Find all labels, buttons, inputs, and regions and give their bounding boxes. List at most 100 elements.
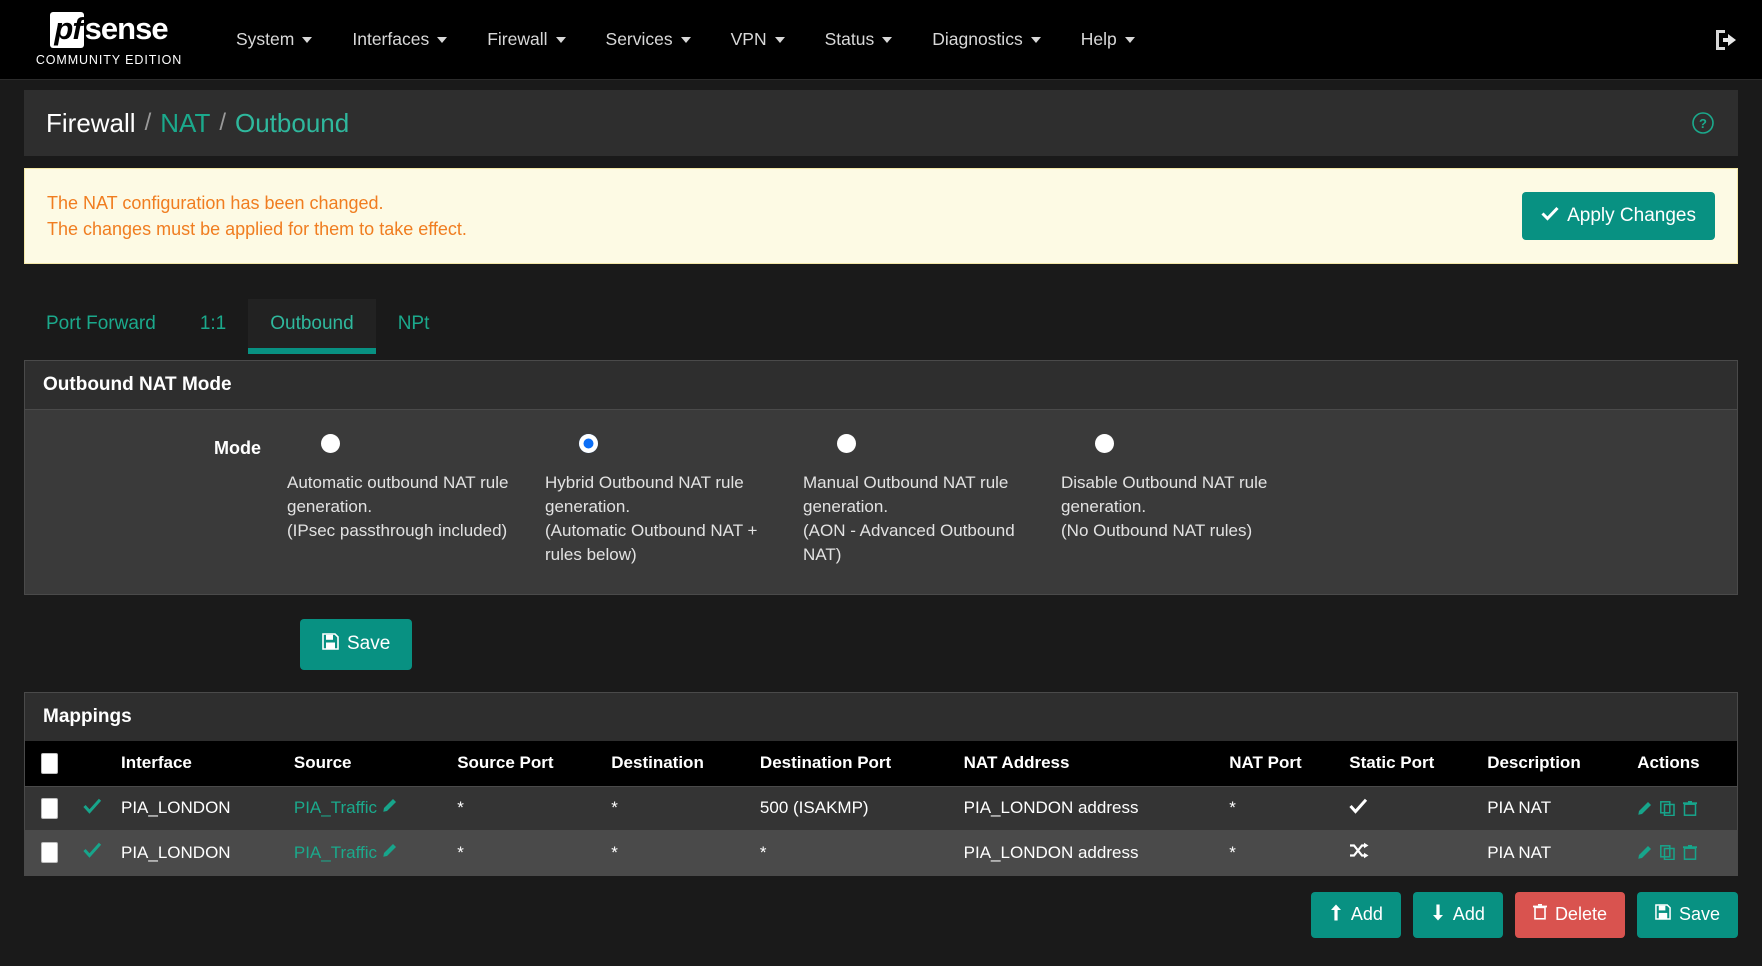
nav-item-label: System <box>236 29 295 49</box>
arrow-up-icon <box>1329 904 1343 926</box>
layout-spacer <box>24 619 300 670</box>
header-nat-address[interactable]: NAT Address <box>957 740 1224 787</box>
table-row[interactable]: PIA_LONDON PIA_Traffic * * 500 (ISAKMP) … <box>25 785 1737 831</box>
option-line: Automatic outbound NAT rule <box>287 473 509 492</box>
header-source[interactable]: Source <box>287 740 452 787</box>
save-mode-button[interactable]: Save <box>300 618 413 670</box>
option-line: NAT) <box>803 545 842 565</box>
nav-item-vpn[interactable]: VPN <box>711 0 805 79</box>
check-icon <box>83 798 102 818</box>
pfsense-logo[interactable]: pf sense COMMUNITY EDITION <box>24 12 194 67</box>
chevron-down-icon <box>437 36 448 43</box>
mode-save-row: Save <box>24 618 1738 670</box>
checkbox-icon[interactable] <box>41 797 58 819</box>
pencil-icon[interactable] <box>1637 801 1652 816</box>
sign-out-icon[interactable] <box>1714 28 1740 52</box>
nav-item-interfaces[interactable]: Interfaces <box>332 0 467 79</box>
cell-description: PIA NAT <box>1481 829 1632 875</box>
mode-option-manual[interactable]: Manual Outbound NAT rule generation. (AO… <box>803 428 1061 568</box>
source-link[interactable]: PIA_Traffic <box>294 798 377 817</box>
pencil-icon[interactable] <box>1637 845 1652 860</box>
chevron-down-icon <box>555 36 566 43</box>
breadcrumb-nat[interactable]: NAT <box>160 108 210 139</box>
logo-pf-text: pf <box>50 12 84 48</box>
add-down-button[interactable]: Add <box>1412 891 1503 938</box>
apply-changes-button[interactable]: Apply Changes <box>1522 192 1715 240</box>
pencil-icon[interactable] <box>382 798 397 813</box>
checkbox-icon[interactable] <box>41 842 58 864</box>
nav-item-firewall[interactable]: Firewall <box>467 0 585 79</box>
save-mappings-button[interactable]: Save <box>1636 891 1738 938</box>
option-line: generation. <box>1061 497 1147 517</box>
cell-actions <box>1631 785 1737 831</box>
radio-disable[interactable] <box>1095 434 1114 453</box>
mode-field-row: Mode Automatic outbound NAT rule generat… <box>25 428 1737 568</box>
row-select-cell <box>25 829 77 875</box>
chevron-down-icon <box>882 36 893 43</box>
header-destination[interactable]: Destination <box>605 740 754 787</box>
option-line: generation. <box>287 497 373 517</box>
mappings-table-head: Interface Source Source Port Destination… <box>25 740 1737 787</box>
cell-interface: PIA_LONDON <box>115 785 288 831</box>
add-up-button[interactable]: Add <box>1310 891 1401 938</box>
mode-option-disable[interactable]: Disable Outbound NAT rule generation. (N… <box>1061 428 1319 568</box>
header-static-port[interactable]: Static Port <box>1343 740 1482 787</box>
mode-option-label: Manual Outbound NAT rule generation. (AO… <box>803 471 1039 568</box>
add-up-label: Add <box>1350 904 1383 925</box>
header-nat-port[interactable]: NAT Port <box>1223 740 1344 787</box>
check-icon <box>83 842 102 862</box>
check-icon <box>1541 205 1559 227</box>
mode-option-hybrid[interactable]: Hybrid Outbound NAT rule generation. (Au… <box>545 428 803 568</box>
nav-item-help[interactable]: Help <box>1061 0 1155 79</box>
tab-port-forward[interactable]: Port Forward <box>24 299 178 348</box>
trash-icon <box>1532 904 1547 925</box>
shuffle-icon <box>1349 842 1369 863</box>
option-line: (AON - Advanced Outbound <box>803 521 1015 541</box>
panel-body: Mode Automatic outbound NAT rule generat… <box>25 410 1737 594</box>
table-row[interactable]: PIA_LONDON PIA_Traffic * * * PIA_LONDON … <box>25 829 1737 875</box>
tab-outbound[interactable]: Outbound <box>248 299 377 354</box>
outbound-nat-mode-panel: Outbound NAT Mode Mode Automatic outboun… <box>24 360 1738 595</box>
nav-item-services[interactable]: Services <box>586 0 711 79</box>
chevron-down-icon <box>302 36 313 43</box>
mode-option-label: Hybrid Outbound NAT rule generation. (Au… <box>545 471 781 568</box>
trash-icon[interactable] <box>1683 845 1698 860</box>
mode-option-automatic[interactable]: Automatic outbound NAT rule generation. … <box>287 428 545 568</box>
apply-changes-label: Apply Changes <box>1567 205 1696 226</box>
header-source-port[interactable]: Source Port <box>451 740 606 787</box>
delete-button[interactable]: Delete <box>1514 891 1625 938</box>
add-down-label: Add <box>1452 904 1485 925</box>
cell-static-port <box>1343 785 1482 831</box>
tab-npt[interactable]: NPt <box>376 299 452 348</box>
option-line: generation. <box>803 497 889 517</box>
pencil-icon[interactable] <box>382 843 397 858</box>
cell-source-port: * <box>451 785 606 831</box>
trash-icon[interactable] <box>1683 800 1698 816</box>
radio-automatic[interactable] <box>321 434 340 453</box>
nav-item-diagnostics[interactable]: Diagnostics <box>912 0 1060 79</box>
cell-destination: * <box>605 785 754 831</box>
option-line: Disable Outbound NAT rule <box>1061 473 1268 492</box>
nav-item-status[interactable]: Status <box>805 0 913 79</box>
radio-manual[interactable] <box>837 434 856 453</box>
alert-line-1: The NAT configuration has been changed. <box>47 192 384 213</box>
header-description[interactable]: Description <box>1481 740 1632 787</box>
copy-icon[interactable] <box>1660 845 1675 861</box>
nat-tabs: Port Forward 1:1 Outbound NPt <box>24 290 1738 354</box>
header-destination-port[interactable]: Destination Port <box>753 740 958 787</box>
mode-field-label: Mode <box>214 438 261 458</box>
copy-icon[interactable] <box>1660 800 1675 816</box>
source-link[interactable]: PIA_Traffic <box>294 843 377 862</box>
nav-item-system[interactable]: System <box>216 0 332 79</box>
cell-source: PIA_Traffic <box>287 785 452 831</box>
floppy-disk-icon <box>1655 904 1671 925</box>
option-line: (No Outbound NAT rules) <box>1061 521 1253 541</box>
question-circle-icon[interactable]: ? <box>1692 112 1714 134</box>
tab-one-to-one[interactable]: 1:1 <box>178 299 248 348</box>
cell-nat-port: * <box>1223 785 1344 831</box>
check-icon <box>1349 798 1368 818</box>
checkbox-icon[interactable] <box>41 752 58 774</box>
radio-hybrid[interactable] <box>579 434 598 453</box>
option-line: generation. <box>545 497 631 517</box>
header-interface[interactable]: Interface <box>115 740 288 787</box>
